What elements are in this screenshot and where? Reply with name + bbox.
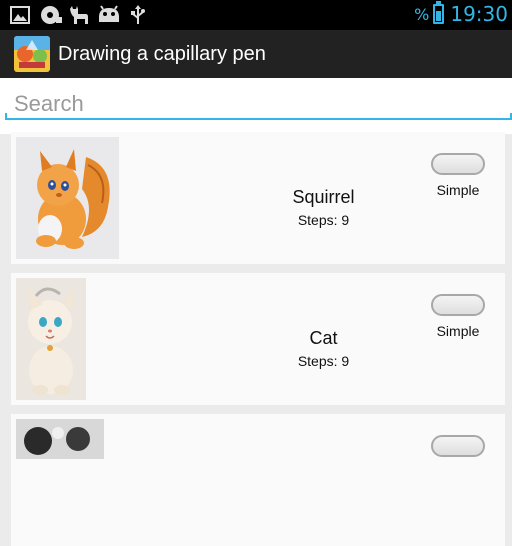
android-icon (99, 5, 119, 22)
clock: 19:30 (450, 2, 508, 26)
difficulty-label: Simple (436, 323, 480, 339)
simple-toggle[interactable] (431, 153, 485, 175)
difficulty-label: Simple (436, 182, 480, 198)
search-bar (0, 78, 512, 134)
image-icon (10, 6, 30, 24)
cat-thumbnail (16, 278, 86, 400)
action-bar: Drawing a capillary pen (0, 30, 512, 78)
list-item-squirrel[interactable]: Squirrel Steps: 9 Simple (11, 132, 505, 264)
squirrel-thumbnail (16, 137, 119, 259)
drawing-thumbnail (16, 419, 104, 459)
item-steps: Steps: 9 (297, 212, 350, 228)
simple-toggle[interactable] (431, 294, 485, 316)
item-steps: Steps: 9 (297, 353, 350, 369)
app-title: Drawing a capillary pen (58, 42, 266, 65)
battery-percent: % (414, 4, 430, 24)
usb-icon (131, 5, 145, 24)
battery-icon (433, 1, 445, 24)
cat-icon (70, 6, 88, 24)
disk-icon (41, 6, 62, 24)
search-input[interactable] (6, 86, 511, 122)
item-title: Squirrel (292, 187, 355, 207)
search-underline (5, 113, 512, 120)
status-bar: % 19:30 (0, 0, 512, 30)
app-icon[interactable] (14, 36, 50, 72)
item-title: Cat (309, 328, 338, 348)
list-item-cat[interactable]: Cat Steps: 9 Simple (11, 273, 505, 405)
simple-toggle[interactable] (431, 435, 485, 457)
list-item[interactable] (11, 414, 505, 546)
